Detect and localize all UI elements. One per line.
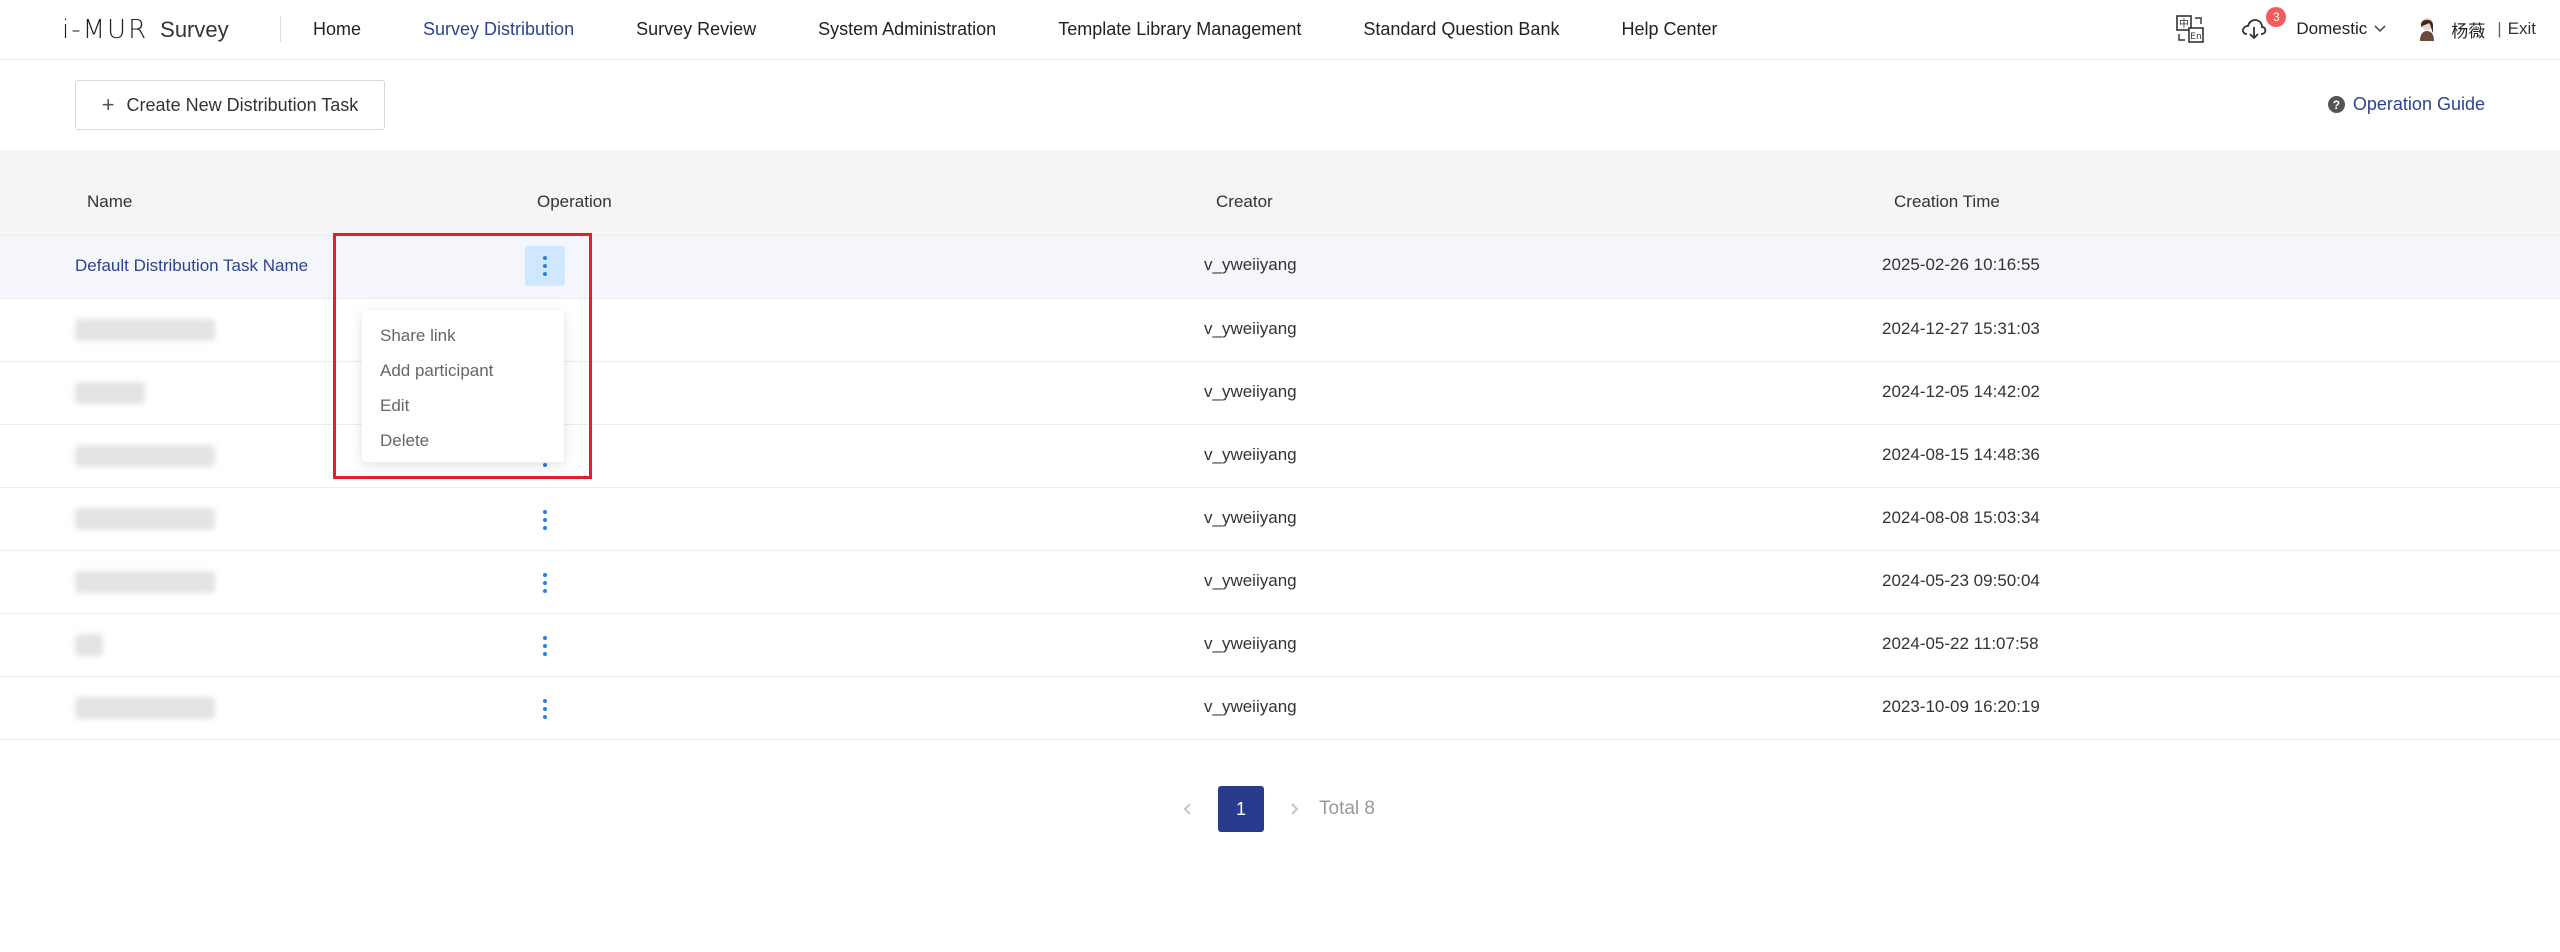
menu-item-share-link[interactable]: Share link xyxy=(362,318,564,353)
logo-divider xyxy=(280,16,281,42)
creation-time-cell: 2024-12-27 15:31:03 xyxy=(1882,319,2040,338)
nav-home[interactable]: Home xyxy=(313,19,361,40)
creator-cell: v_yweiiyang xyxy=(1204,634,1297,653)
menu-item-edit[interactable]: Edit xyxy=(362,388,564,423)
help-icon: ? xyxy=(2327,96,2345,113)
app-logo[interactable]: i-MUR Survey xyxy=(62,14,229,46)
creator-cell: v_yweiiyang xyxy=(1204,508,1297,527)
create-distribution-task-button[interactable]: + Create New Distribution Task xyxy=(75,80,385,130)
operation-guide-label: Operation Guide xyxy=(2352,94,2485,114)
create-button-label: Create New Distribution Task xyxy=(126,94,359,115)
pagination: 1 Total 8 xyxy=(0,786,2560,832)
table-header: Name Operation Creator Creation Time xyxy=(0,150,2560,236)
cloud-download-icon[interactable]: 3 xyxy=(2236,7,2287,47)
task-name-redacted[interactable] xyxy=(75,445,215,472)
task-name-redacted[interactable] xyxy=(75,634,103,661)
nav-system-administration[interactable]: System Administration xyxy=(818,19,996,40)
task-name-redacted[interactable] xyxy=(75,508,215,535)
header-tools: 中 En 3 Domestic 杨薇 | Exit xyxy=(2172,0,2536,58)
table-row[interactable]: v_yweiiyang 2024-05-23 09:50:04 xyxy=(0,551,2560,614)
pagination-total: Total 8 xyxy=(1319,798,1375,819)
creation-time-cell: 2023-10-09 16:20:19 xyxy=(1882,697,2040,716)
notification-badge: 3 xyxy=(2266,7,2287,27)
operation-more-button[interactable] xyxy=(525,500,565,540)
creation-time-cell: 2025-02-26 10:16:55 xyxy=(1882,255,2040,274)
nav-survey-review[interactable]: Survey Review xyxy=(636,19,756,40)
column-header-creator: Creator xyxy=(1216,192,1273,211)
user-name[interactable]: 杨薇 xyxy=(2451,17,2485,42)
translate-icon[interactable]: 中 En xyxy=(2172,11,2208,47)
task-name-redacted[interactable] xyxy=(75,571,215,598)
avatar[interactable] xyxy=(2413,15,2441,43)
operation-guide-link[interactable]: ? Operation Guide xyxy=(2327,94,2485,115)
creation-time-cell: 2024-08-08 15:03:34 xyxy=(1882,508,2040,527)
nav-standard-question-bank[interactable]: Standard Question Bank xyxy=(1363,19,1559,40)
user-menu: 杨薇 | Exit xyxy=(2413,15,2536,43)
product-name: Survey xyxy=(160,17,229,42)
task-name-redacted[interactable] xyxy=(75,697,215,724)
table-row[interactable]: Default Distribution Task Name v_yweiiya… xyxy=(0,236,2560,299)
creation-time-cell: 2024-05-23 09:50:04 xyxy=(1882,571,2040,590)
operation-more-button[interactable] xyxy=(525,563,565,603)
table-row[interactable]: v_yweiiyang 2024-05-22 11:07:58 xyxy=(0,614,2560,677)
table-row[interactable]: v_yweiiyang 2024-08-08 15:03:34 xyxy=(0,488,2560,551)
operation-more-button[interactable] xyxy=(525,626,565,666)
more-vertical-icon xyxy=(543,697,547,721)
task-name-redacted[interactable] xyxy=(75,382,145,409)
more-vertical-icon xyxy=(543,508,547,532)
creation-time-cell: 2024-08-15 14:48:36 xyxy=(1882,445,2040,464)
svg-text:中: 中 xyxy=(2179,17,2189,30)
creator-cell: v_yweiiyang xyxy=(1204,255,1297,274)
column-header-operation: Operation xyxy=(537,192,612,211)
top-navigation-bar: i-MUR Survey Home Survey Distribution Su… xyxy=(0,0,2560,60)
table-row[interactable]: v_yweiiyang 2023-10-09 16:20:19 xyxy=(0,677,2560,740)
column-header-name: Name xyxy=(87,192,133,211)
nav-survey-distribution[interactable]: Survey Distribution xyxy=(423,19,574,40)
main-nav: Home Survey Distribution Survey Review S… xyxy=(313,0,1780,58)
creator-cell: v_yweiiyang xyxy=(1204,571,1297,590)
more-vertical-icon xyxy=(543,634,547,658)
page-button-current[interactable]: 1 xyxy=(1218,786,1264,832)
creation-time-cell: 2024-12-05 14:42:02 xyxy=(1882,382,2040,401)
chevron-right-icon[interactable] xyxy=(1282,794,1306,824)
chevron-left-icon[interactable] xyxy=(1176,794,1200,824)
menu-item-add-participant[interactable]: Add participant xyxy=(362,353,564,388)
separator: | xyxy=(2497,19,2502,38)
region-label: Domestic xyxy=(2296,19,2368,38)
creator-cell: v_yweiiyang xyxy=(1204,319,1297,338)
creator-cell: v_yweiiyang xyxy=(1204,697,1297,716)
operation-more-button[interactable] xyxy=(525,246,565,286)
operation-dropdown-menu: Share link Add participant Edit Delete xyxy=(362,310,564,462)
nav-help-center[interactable]: Help Center xyxy=(1621,19,1717,40)
exit-link[interactable]: Exit xyxy=(2508,19,2536,39)
chevron-down-icon xyxy=(2373,19,2387,39)
creator-cell: v_yweiiyang xyxy=(1204,445,1297,464)
nav-template-library-management[interactable]: Template Library Management xyxy=(1058,19,1301,40)
plus-icon: + xyxy=(101,92,115,117)
task-name-link[interactable]: Default Distribution Task Name xyxy=(75,256,308,276)
column-header-creation-time: Creation Time xyxy=(1894,192,2000,211)
logo-mark: i-MUR xyxy=(62,15,149,45)
more-vertical-icon xyxy=(543,571,547,595)
operation-more-button[interactable] xyxy=(525,689,565,729)
svg-text:En: En xyxy=(2191,32,2202,42)
task-name-redacted[interactable] xyxy=(75,319,215,346)
more-vertical-icon xyxy=(543,254,547,278)
creation-time-cell: 2024-05-22 11:07:58 xyxy=(1882,634,2039,653)
region-selector[interactable]: Domestic xyxy=(2296,19,2387,39)
creator-cell: v_yweiiyang xyxy=(1204,382,1297,401)
menu-item-delete[interactable]: Delete xyxy=(362,423,564,458)
